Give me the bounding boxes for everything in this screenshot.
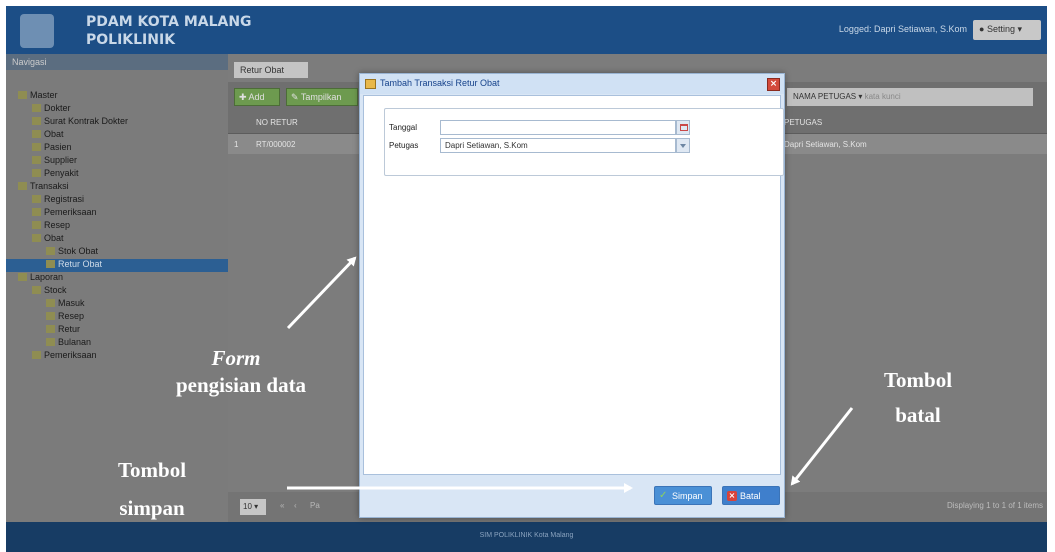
annotation-tombol-batal-1: Tombol — [883, 368, 953, 392]
batal-arrow — [790, 407, 854, 486]
annotation-tombol-simpan-1: Tombol — [117, 458, 187, 482]
annotation-form: Form — [196, 345, 276, 372]
annotation-form-rest: pengisian data — [175, 373, 307, 397]
form-arrow — [286, 256, 357, 330]
annotation-form-word: Form — [211, 346, 261, 370]
annotation-tombol-batal-2: batal — [895, 403, 941, 427]
screenshot-frame: PDAM KOTA MALANG POLIKLINIK Logged: Dapr… — [0, 0, 1055, 552]
annotation-tombol-simpan-2: simpan — [119, 496, 185, 520]
